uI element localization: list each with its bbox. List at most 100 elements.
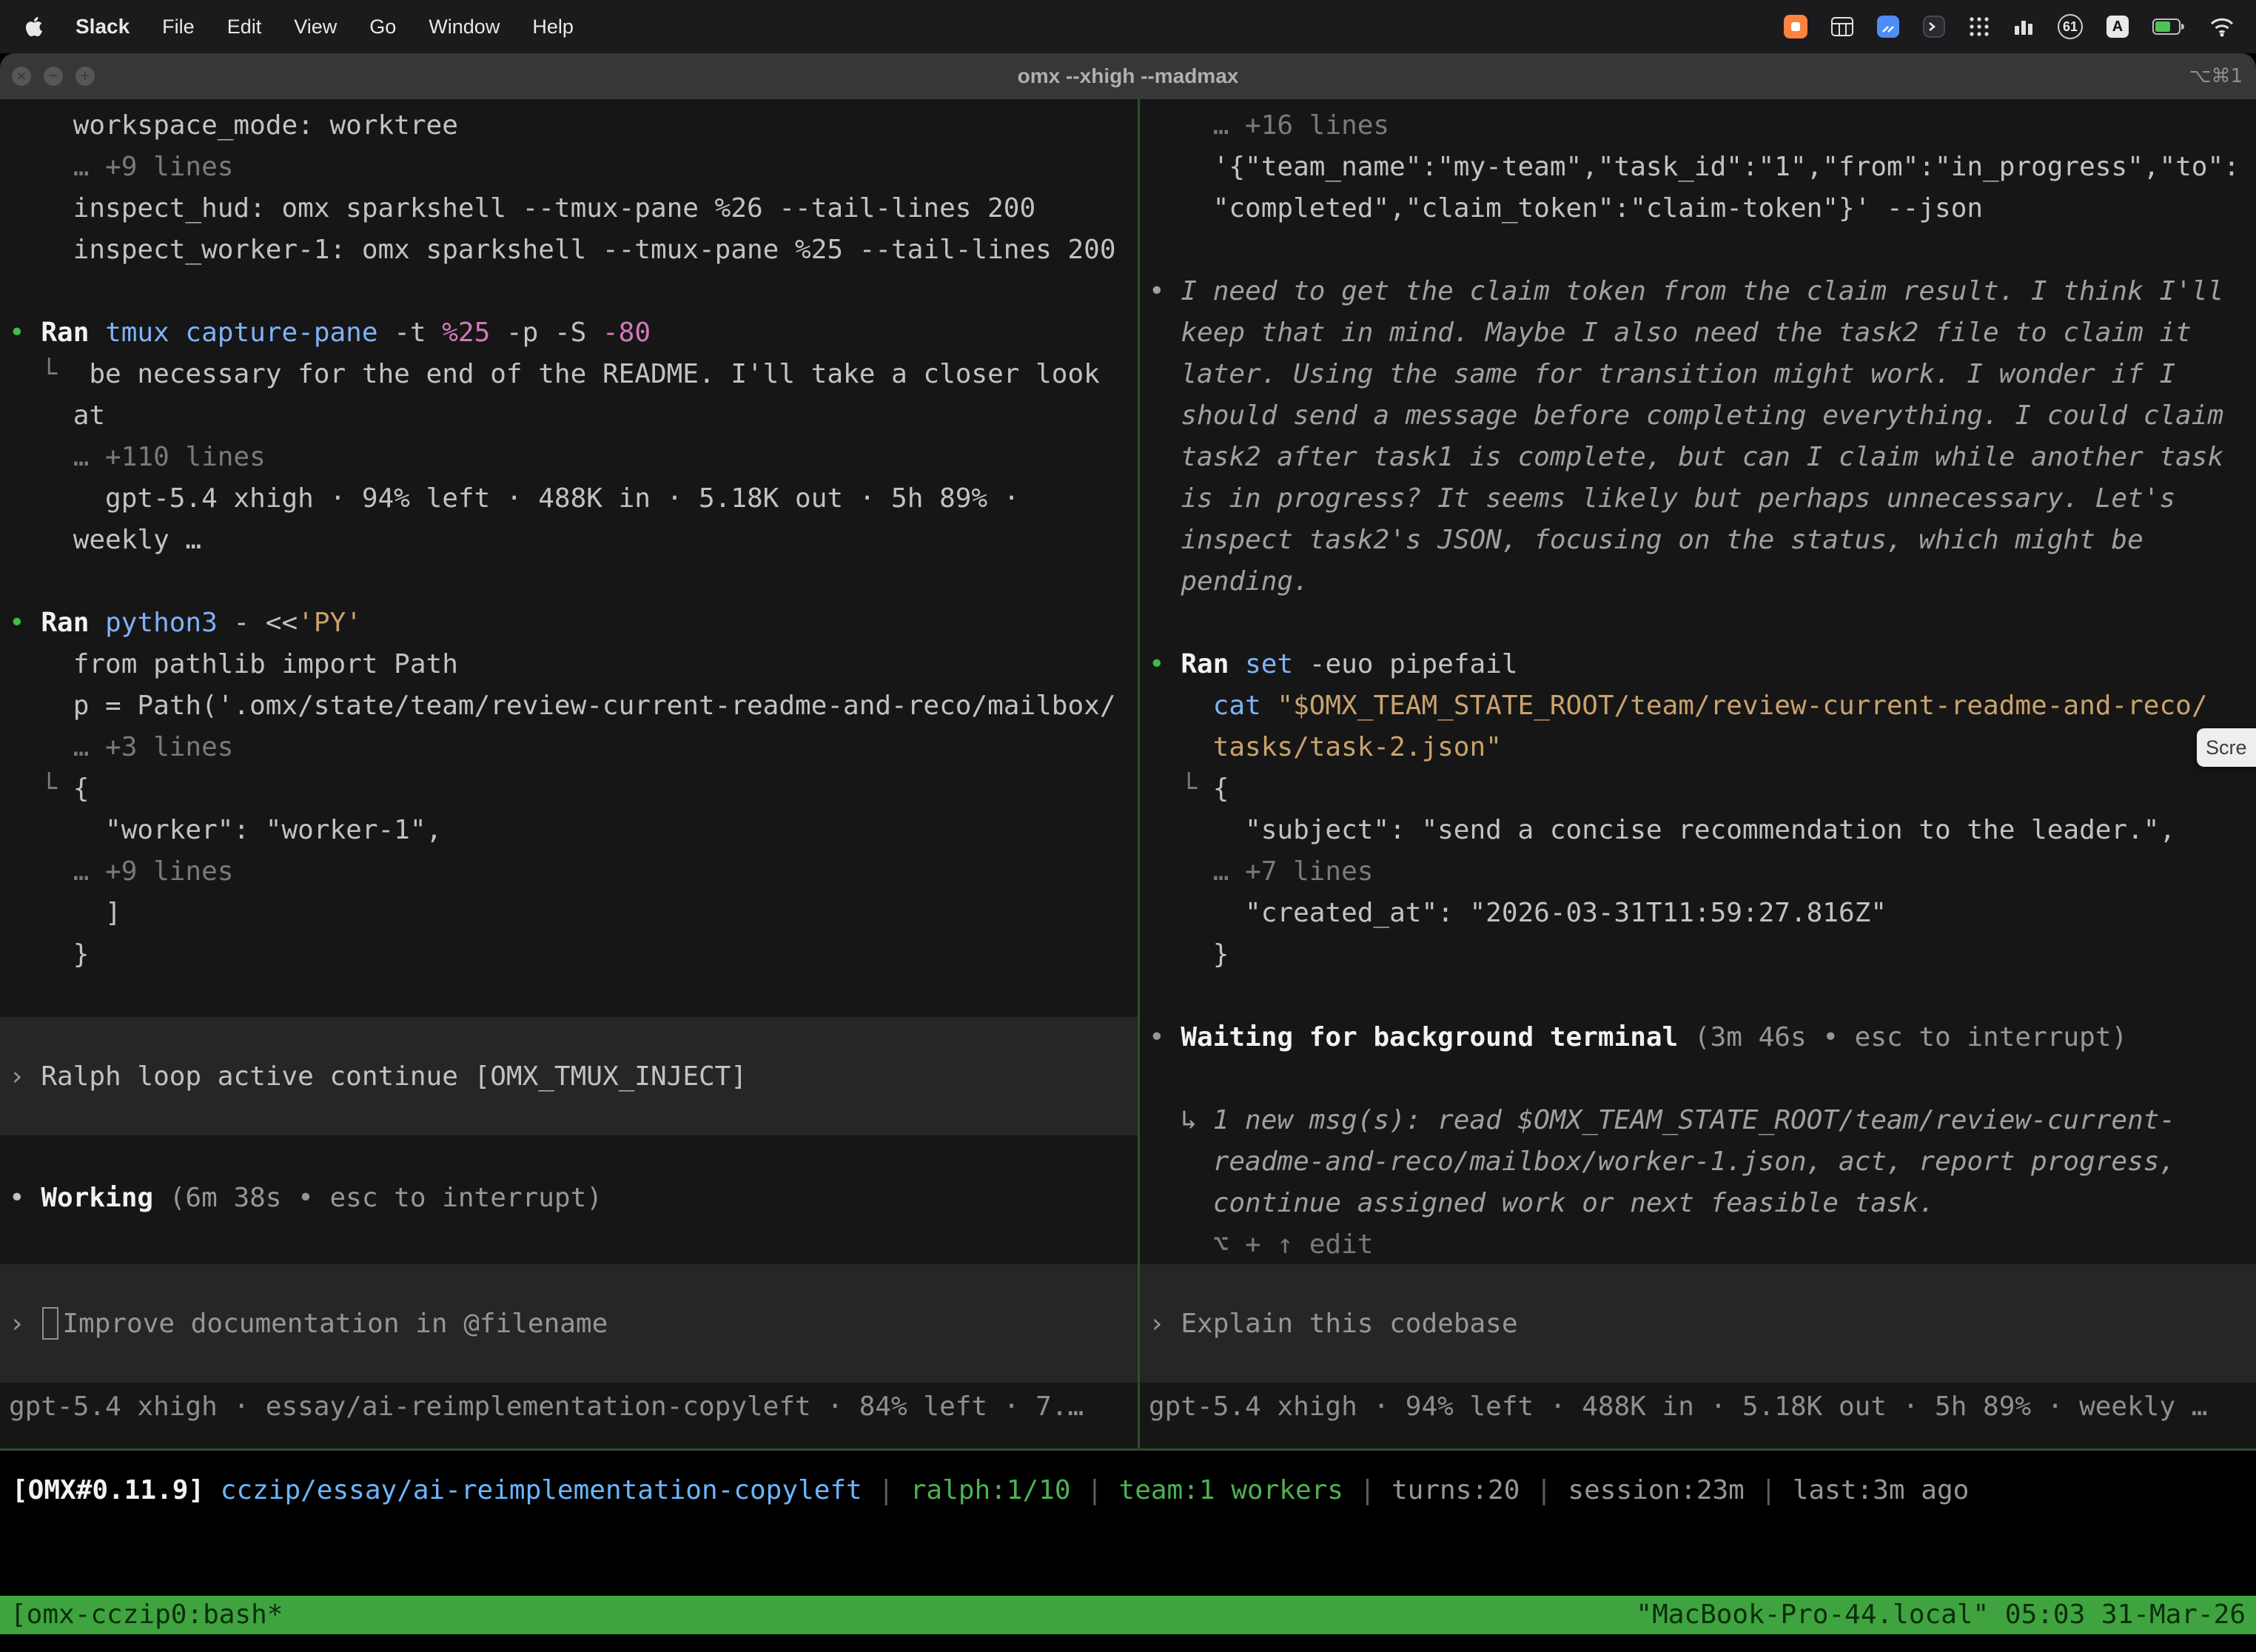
pane-divider-vertical[interactable] [1138,99,1140,1448]
terminal-line: p = Path('.omx/state/team/review-current… [9,685,1138,727]
apple-menu-icon[interactable] [25,16,43,38]
inject-prompt: › [9,1061,41,1092]
terminal-line: from pathlib import Path [9,644,1138,685]
terminal-line: "worker": "worker-1", [9,810,1138,851]
terminal-line: pending. [1149,561,2256,602]
inject-message-box: › Ralph loop active continue [OMX_TMUX_I… [0,1017,1138,1135]
screenshot-thumbnail-popup[interactable]: Scre [2197,728,2256,767]
table-grid-icon[interactable] [1831,17,1853,36]
terminal-line: ↳ 1 new msg(s): read $OMX_TEAM_STATE_ROO… [1149,1100,2256,1141]
terminal-line: } [9,934,1138,976]
traffic-lights: × − + [0,67,95,86]
terminal-line: inspect_hud: omx sparkshell --tmux-pane … [9,188,1138,229]
left-pane[interactable]: workspace_mode: worktree … +9 lines insp… [0,99,1138,1448]
menu-item-edit[interactable]: Edit [227,16,262,38]
terminal-line: workspace_mode: worktree [9,105,1138,147]
menu-item-window[interactable]: Window [429,16,500,38]
input-source-icon[interactable]: A [2106,16,2129,38]
terminal-line: task2 after task1 is complete, but can I… [1149,437,2256,478]
terminal-line: … +9 lines [9,851,1138,893]
menu-status-icons: 61 A [1784,14,2256,39]
terminal-line: ⌥ + ↑ edit [1149,1224,2256,1266]
raycast-icon[interactable] [1877,16,1899,38]
terminal-line: • Ran tmux capture-pane -t %25 -p -S -80 [9,312,1138,354]
composer-placeholder: Explain this codebase [1181,1309,1517,1339]
terminal-line: inspect_worker-1: omx sparkshell --tmux-… [9,229,1138,271]
terminal-line: • Working (6m 38s • esc to interrupt) [9,1178,602,1219]
terminal-line: … +16 lines [1149,105,2256,147]
terminal-line: weekly … [9,520,1138,561]
terminal-line: "subject": "send a concise recommendatio… [1149,810,2256,851]
terminal-line: … +7 lines [1149,851,2256,893]
terminal-line: ] [9,893,1138,934]
terminal-line: • Waiting for background terminal (3m 46… [1149,1017,2256,1058]
working-status: • Working (6m 38s • esc to interrupt) [9,1178,602,1219]
terminal-line [9,271,1138,312]
terminal-line: [OMX#0.11.9] cczip/essay/ai-reimplementa… [12,1470,2256,1511]
terminal-line: keep that in mind. Maybe I also need the… [1149,312,2256,354]
terminal-line: … +110 lines [9,437,1138,478]
terminal-app-icon[interactable] [1923,16,1945,38]
terminal-line: • I need to get the claim token from the… [1149,271,2256,312]
composer-prompt: › [9,1309,41,1339]
terminal-line: "completed","claim_token":"claim-token"}… [1149,188,2256,229]
terminal-line: at [9,395,1138,437]
menu-item-file[interactable]: File [162,16,195,38]
terminal-line: '{"team_name":"my-team","task_id":"1","f… [1149,147,2256,188]
terminal-line: gpt-5.4 xhigh · 94% left · 488K in · 5.1… [9,478,1138,520]
window-titlebar: × − + omx --xhigh --madmax ⌥⌘1 [0,53,2256,100]
omx-status-line: [OMX#0.11.9] cczip/essay/ai-reimplementa… [12,1470,2256,1511]
battery-icon[interactable] [2152,19,2185,35]
minimize-button[interactable]: − [44,67,63,86]
tmux-panes: workspace_mode: worktree … +9 lines insp… [0,99,2256,1448]
terminal-line: cat "$OMX_TEAM_STATE_ROOT/team/review-cu… [1149,685,2256,727]
pane-divider-horizontal[interactable] [0,1448,2256,1451]
terminal-line: readme-and-reco/mailbox/worker-1.json, a… [1149,1141,2256,1183]
right-composer-input[interactable]: › Explain this codebase [1140,1264,2256,1383]
window-title: omx --xhigh --madmax [0,64,2256,88]
terminal-line: tasks/task-2.json" [1149,727,2256,768]
terminal-line: └ be necessary for the end of the README… [9,354,1138,395]
menu-bar: Slack File Edit View Go Window Help 61 A [0,0,2256,53]
composer-placeholder: Improve documentation in @filename [62,1309,608,1339]
tmux-status-bar: [omx-cczip0:bash* "MacBook-Pro-44.local"… [0,1596,2256,1634]
terminal-line: continue assigned work or next feasible … [1149,1183,2256,1224]
tmux-session-window: [omx-cczip0:bash* [10,1596,283,1634]
terminal-window: × − + omx --xhigh --madmax ⌥⌘1 workspace… [0,53,2256,1652]
terminal-line [1149,976,2256,1017]
inject-text: Ralph loop active continue [OMX_TMUX_INJ… [41,1061,747,1092]
menu-item-go[interactable]: Go [369,16,396,38]
screenshot-popup-label: Scre [2206,736,2247,759]
left-pane-footer: gpt-5.4 xhigh · essay/ai-reimplementatio… [9,1386,1138,1428]
menu-item-view[interactable]: View [294,16,337,38]
composer-prompt: › [1149,1309,1181,1339]
dots-grid-icon[interactable] [1969,16,1990,37]
terminal-line: • Ran set -euo pipefail [1149,644,2256,685]
window-shortcut-hint: ⌥⌘1 [2189,65,2243,87]
terminal-line [1149,1058,2256,1100]
screen-recording-stop-icon[interactable] [1784,15,1807,38]
terminal-line [1149,602,2256,644]
terminal-line [9,561,1138,602]
close-button[interactable]: × [12,67,31,86]
terminal-line: later. Using the same for transition mig… [1149,354,2256,395]
terminal-line: … +3 lines [9,727,1138,768]
terminal-line: } [1149,934,2256,976]
zoom-button[interactable]: + [75,67,95,86]
battery-percent-badge[interactable]: 61 [2058,14,2083,39]
right-pane-output: … +16 lines '{"team_name":"my-team","tas… [1149,105,2256,1266]
menu-item-help[interactable]: Help [532,16,574,38]
terminal-line [1149,229,2256,271]
left-composer-input[interactable]: › Improve documentation in @filename [0,1264,1138,1383]
terminal-line: should send a message before completing … [1149,395,2256,437]
wifi-icon[interactable] [2209,16,2235,37]
terminal-line: is in progress? It seems likely but perh… [1149,478,2256,520]
menu-app-name[interactable]: Slack [75,15,130,38]
menu-left: Slack File Edit View Go Window Help [0,15,574,38]
left-pane-output: workspace_mode: worktree … +9 lines insp… [9,105,1138,976]
stats-icon[interactable] [2013,17,2034,36]
text-cursor [42,1307,58,1340]
right-pane[interactable]: … +16 lines '{"team_name":"my-team","tas… [1140,99,2256,1448]
terminal-line: • Ran python3 - <<'PY' [9,602,1138,644]
terminal-line: └ { [1149,768,2256,810]
